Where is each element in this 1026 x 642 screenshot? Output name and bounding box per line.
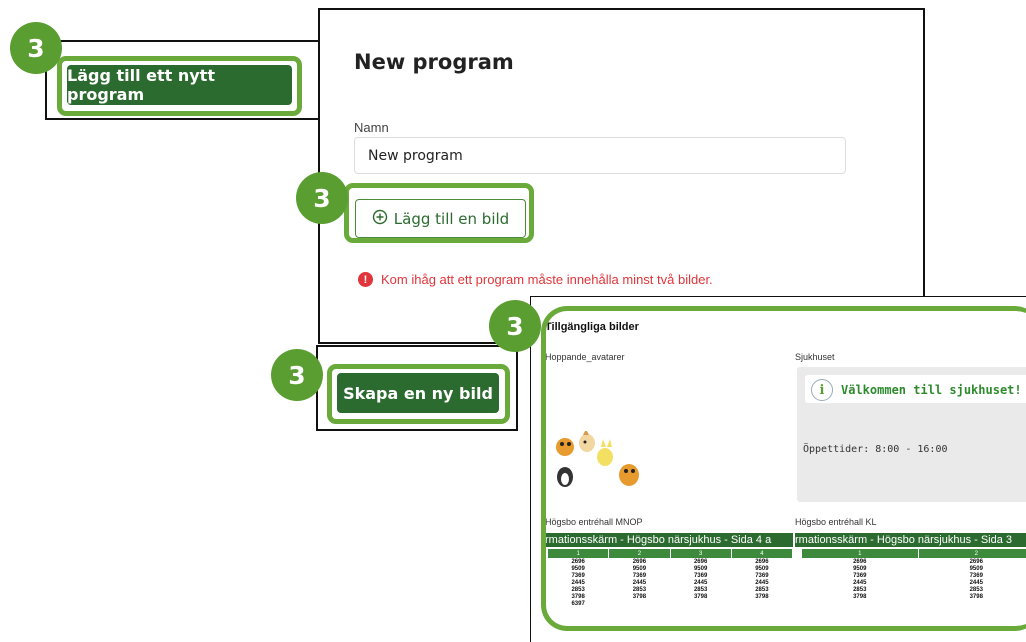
warning-message: ! Kom ihåg att ett program måste innehål… <box>358 272 713 287</box>
step-badge: 3 <box>271 349 323 401</box>
warning-text: Kom ihåg att ett program måste innehålla… <box>381 272 713 287</box>
step-badge: 3 <box>489 300 541 352</box>
alert-icon: ! <box>358 272 373 287</box>
create-new-image-button[interactable]: Skapa en ny bild <box>337 373 499 413</box>
add-image-button[interactable]: Lägg till en bild <box>355 199 526 238</box>
available-images-highlight <box>541 306 1026 631</box>
program-name-input[interactable]: New program <box>354 137 846 174</box>
plus-circle-icon <box>372 209 388 229</box>
add-new-program-button[interactable]: Lägg till ett nytt program <box>67 65 292 105</box>
name-label: Namn <box>354 120 389 135</box>
page-title: New program <box>354 50 514 74</box>
add-image-label: Lägg till en bild <box>394 210 509 228</box>
step-badge: 3 <box>296 172 348 224</box>
step-badge: 3 <box>10 22 62 74</box>
new-program-panel: New program Namn <box>318 8 925 344</box>
